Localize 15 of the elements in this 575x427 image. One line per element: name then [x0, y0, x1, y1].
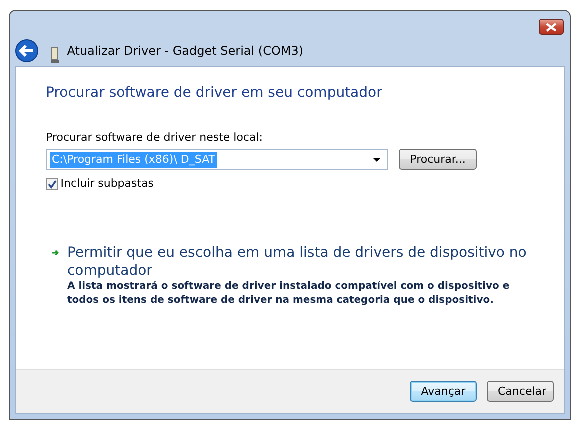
back-button[interactable] [15, 39, 39, 63]
close-icon [546, 22, 557, 32]
driver-list-option-link[interactable]: Permitir que eu escolha em uma lista de drivers de dispositivo no computador [67, 244, 534, 280]
browse-button[interactable]: Procurar... [399, 149, 477, 170]
dropdown-arrow-icon [373, 158, 382, 162]
page-heading: Procurar software de driver em seu computador [46, 84, 384, 103]
usb-device-icon [50, 47, 58, 63]
location-label: Procurar software de driver neste local: [46, 130, 264, 146]
include-subfolders-checkbox[interactable] [46, 178, 58, 190]
include-subfolders-label: Incluir subpastas [60, 176, 154, 192]
close-button[interactable] [539, 19, 564, 35]
window-title: Atualizar Driver - Gadget Serial (COM3) [67, 43, 304, 60]
cancel-button[interactable]: Cancelar [487, 381, 554, 402]
next-button[interactable]: Avançar [410, 381, 477, 402]
option-description: A lista mostrará o software de driver instalado compatível com o dispositivo e todos os itens de software de driver na mesma categoria que o dispositivo. [67, 280, 511, 308]
